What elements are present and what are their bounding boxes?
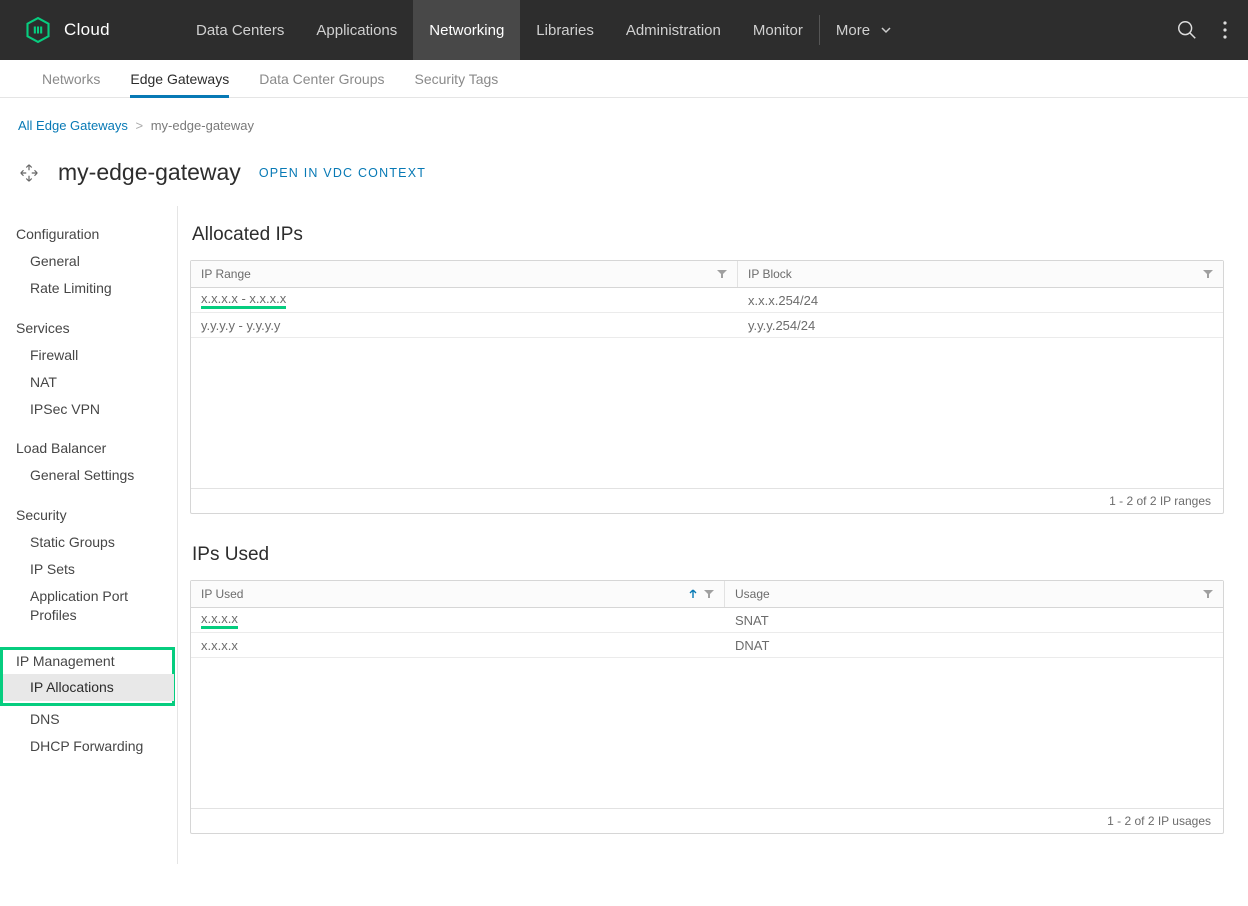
sidebar: Configuration General Rate Limiting Serv… <box>0 206 178 864</box>
sidebar-group-load-balancer: Load Balancer <box>16 440 177 456</box>
cell-ip-range: y.y.y.y - y.y.y.y <box>191 313 738 337</box>
filter-icon[interactable] <box>704 589 714 599</box>
tab-networks[interactable]: Networks <box>42 60 100 98</box>
cell-ip-used: x.x.x.x <box>201 611 238 629</box>
sidebar-group-security: Security <box>16 507 177 523</box>
nav-libraries[interactable]: Libraries <box>520 0 610 60</box>
table-row[interactable]: x.x.x.x - x.x.x.x x.x.x.254/24 <box>191 288 1223 313</box>
tab-data-center-groups[interactable]: Data Center Groups <box>259 60 384 98</box>
sidebar-item-static-groups[interactable]: Static Groups <box>16 529 177 556</box>
topbar-right <box>1176 19 1248 41</box>
cell-ip-used: x.x.x.x <box>191 633 725 657</box>
brand-block: Cloud <box>0 16 180 44</box>
filter-icon[interactable] <box>1203 589 1213 599</box>
sidebar-item-application-port-profiles[interactable]: Application Port Profiles <box>16 583 177 629</box>
sidebar-item-ip-sets[interactable]: IP Sets <box>16 556 177 583</box>
nav-more-label: More <box>836 22 870 39</box>
ips-used-body: x.x.x.x SNAT x.x.x.x DNAT <box>191 608 1223 808</box>
filter-icon[interactable] <box>1203 269 1213 279</box>
sidebar-item-ipsec-vpn[interactable]: IPSec VPN <box>16 396 177 423</box>
nav-applications[interactable]: Applications <box>300 0 413 60</box>
sidebar-group-ip-management: IP Management <box>3 650 172 672</box>
nav-more[interactable]: More <box>820 0 908 60</box>
move-arrows-icon <box>18 162 40 184</box>
sidebar-item-rate-limiting[interactable]: Rate Limiting <box>16 275 177 302</box>
col-ip-range[interactable]: IP Range <box>191 261 738 287</box>
tab-edge-gateways[interactable]: Edge Gateways <box>130 60 229 98</box>
brand-label: Cloud <box>64 20 110 40</box>
nav-monitor[interactable]: Monitor <box>737 0 819 60</box>
sidebar-item-general-settings[interactable]: General Settings <box>16 462 177 489</box>
main-nav: Data Centers Applications Networking Lib… <box>180 0 908 60</box>
sidebar-item-general[interactable]: General <box>16 248 177 275</box>
allocated-ips-header: IP Range IP Block <box>191 261 1223 288</box>
sidebar-item-nat[interactable]: NAT <box>16 369 177 396</box>
table-row[interactable]: x.x.x.x SNAT <box>191 608 1223 633</box>
breadcrumb-current: my-edge-gateway <box>151 118 254 133</box>
cell-ip-block: x.x.x.254/24 <box>738 288 1223 312</box>
heading-row: my-edge-gateway OPEN IN VDC CONTEXT <box>0 133 1248 206</box>
ips-used-footer: 1 - 2 of 2 IP usages <box>191 808 1223 833</box>
table-row[interactable]: y.y.y.y - y.y.y.y y.y.y.254/24 <box>191 313 1223 338</box>
page-title: my-edge-gateway <box>58 159 241 186</box>
sort-asc-icon[interactable] <box>688 589 698 599</box>
cell-ip-range: x.x.x.x - x.x.x.x <box>201 291 286 309</box>
sidebar-item-dns[interactable]: DNS <box>16 706 177 733</box>
col-usage[interactable]: Usage <box>725 581 1223 607</box>
nav-administration[interactable]: Administration <box>610 0 737 60</box>
cell-ip-block: y.y.y.254/24 <box>738 313 1223 337</box>
ips-used-header: IP Used Usage <box>191 581 1223 608</box>
subnav: Networks Edge Gateways Data Center Group… <box>0 60 1248 98</box>
col-usage-label: Usage <box>735 587 770 601</box>
sidebar-group-services: Services <box>16 320 177 336</box>
filter-icon[interactable] <box>717 269 727 279</box>
sidebar-group-configuration: Configuration <box>16 226 177 242</box>
kebab-icon[interactable] <box>1222 20 1228 40</box>
col-ip-used-label: IP Used <box>201 587 243 601</box>
col-ip-block[interactable]: IP Block <box>738 261 1223 287</box>
sidebar-item-dhcp-forwarding[interactable]: DHCP Forwarding <box>16 733 177 760</box>
allocated-ips-grid: IP Range IP Block <box>190 260 1224 514</box>
nav-networking[interactable]: Networking <box>413 0 520 60</box>
content: Allocated IPs IP Range IP Block <box>178 206 1248 864</box>
chevron-down-icon <box>880 24 892 36</box>
breadcrumb: All Edge Gateways > my-edge-gateway <box>0 98 1248 133</box>
col-ip-used[interactable]: IP Used <box>191 581 725 607</box>
sidebar-item-ip-allocations[interactable]: IP Allocations <box>3 674 174 701</box>
allocated-ips-footer: 1 - 2 of 2 IP ranges <box>191 488 1223 513</box>
allocated-ips-title: Allocated IPs <box>192 224 1224 246</box>
col-ip-block-label: IP Block <box>748 267 792 281</box>
ips-used-title: IPs Used <box>192 544 1224 566</box>
search-icon[interactable] <box>1176 19 1198 41</box>
logo-icon <box>24 16 52 44</box>
nav-data-centers[interactable]: Data Centers <box>180 0 300 60</box>
cell-usage: SNAT <box>725 608 1223 632</box>
cell-usage: DNAT <box>725 633 1223 657</box>
sidebar-group-ip-management-highlight: IP Management IP Allocations <box>0 647 175 706</box>
allocated-ips-body: x.x.x.x - x.x.x.x x.x.x.254/24 y.y.y.y -… <box>191 288 1223 488</box>
tab-security-tags[interactable]: Security Tags <box>415 60 499 98</box>
topbar: Cloud Data Centers Applications Networki… <box>0 0 1248 60</box>
breadcrumb-root[interactable]: All Edge Gateways <box>18 118 128 133</box>
open-in-vdc-context-link[interactable]: OPEN IN VDC CONTEXT <box>259 166 426 180</box>
breadcrumb-separator: > <box>135 118 143 133</box>
col-ip-range-label: IP Range <box>201 267 251 281</box>
sidebar-item-firewall[interactable]: Firewall <box>16 342 177 369</box>
ips-used-grid: IP Used Usage <box>190 580 1224 834</box>
table-row[interactable]: x.x.x.x DNAT <box>191 633 1223 658</box>
